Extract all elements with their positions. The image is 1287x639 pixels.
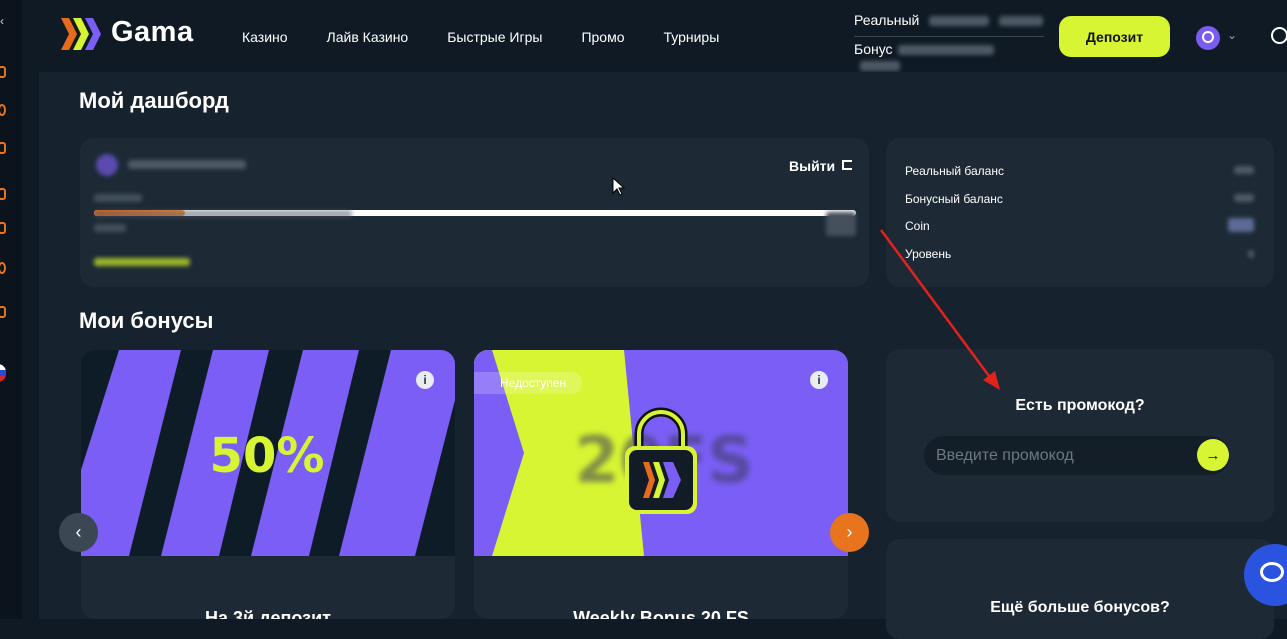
blurred-level-link[interactable]	[94, 258, 190, 266]
more-bonuses-title: Ещё больше бонусов?	[990, 599, 1170, 616]
sidebar-icon-promo[interactable]	[0, 188, 6, 200]
sidebar-icon-coins[interactable]	[0, 262, 6, 274]
bonus-balance-label: Бонусный баланс	[905, 192, 1003, 206]
bonus-art-50: 50%	[81, 350, 455, 556]
nav-casino[interactable]: Казино	[242, 29, 288, 45]
blurred-next-level	[826, 212, 856, 236]
logout-button[interactable]: Выйти	[789, 158, 835, 174]
blurred-value	[860, 61, 900, 72]
promo-code-card: Есть промокод? →	[886, 349, 1274, 522]
blurred-value	[1234, 194, 1254, 202]
dashboard-title: Мой дашборд	[79, 88, 229, 113]
blurred-level-value	[94, 224, 126, 232]
promo-title: Есть промокод?	[1015, 397, 1145, 414]
carousel-prev-button[interactable]: ‹	[59, 513, 98, 552]
blurred-value	[929, 16, 990, 27]
chevron-down-icon[interactable]: ⌄	[1227, 28, 1237, 42]
blurred-progress-overlay	[94, 210, 352, 218]
search-icon[interactable]	[1271, 27, 1287, 44]
left-sidebar: ‹	[0, 0, 22, 619]
balance-card: Реальный баланс Бонусный баланс Coin Уро…	[886, 138, 1274, 287]
top-header: Gama Казино Лайв Казино Быстрые Игры Про…	[39, 0, 1287, 72]
logo-text: Gama	[111, 16, 194, 48]
main-content: Мой дашборд Выйти Реальный баланс Бонусн…	[39, 72, 1287, 639]
sidebar-icon-live[interactable]	[0, 104, 6, 116]
bonus-card-weekly[interactable]: 20FS Недоступен i Weekly Bonus 20 FS	[474, 350, 848, 619]
info-icon[interactable]: i	[416, 371, 434, 389]
header-real-balance-label: Реальный	[854, 12, 920, 28]
nav-live-casino[interactable]: Лайв Казино	[327, 29, 409, 45]
language-flag-icon[interactable]	[0, 364, 6, 382]
sidebar-icon-store[interactable]	[0, 306, 6, 318]
nav-promo[interactable]: Промо	[581, 29, 624, 45]
avatar-icon[interactable]	[1196, 26, 1220, 50]
lock-icon	[625, 407, 697, 514]
real-balance-label: Реальный баланс	[905, 164, 1004, 178]
profile-avatar	[96, 154, 118, 176]
header-bonus-balance-label: Бонус	[854, 41, 893, 57]
blurred-level-label	[94, 194, 142, 202]
level-label: Уровень	[905, 247, 952, 261]
promo-submit-arrow-icon[interactable]: →	[1197, 439, 1229, 471]
nav-fast-games[interactable]: Быстрые Игры	[447, 29, 542, 45]
blurred-username	[128, 160, 246, 169]
more-bonuses-card: Ещё больше бонусов?	[886, 539, 1274, 639]
blurred-value	[1228, 218, 1254, 232]
nav-tournaments[interactable]: Турниры	[663, 29, 719, 45]
bonus-image-50: 50%	[81, 350, 455, 556]
sidebar-icon-fast[interactable]	[0, 142, 6, 154]
deposit-button[interactable]: Депозит	[1059, 16, 1170, 57]
blurred-value	[1234, 166, 1254, 174]
gama-logo[interactable]: Gama	[59, 14, 209, 54]
dashboard-profile-card: Выйти	[80, 138, 869, 287]
unavailable-badge: Недоступен	[474, 372, 583, 394]
header-real-balance: Реальный	[854, 12, 1044, 37]
blurred-value	[898, 45, 995, 56]
promo-code-input[interactable]	[924, 436, 1230, 475]
main-nav: Казино Лайв Казино Быстрые Игры Промо Ту…	[242, 29, 758, 45]
coin-label: Coin	[905, 219, 930, 233]
carousel-next-button[interactable]: ›	[830, 513, 869, 552]
logout-icon[interactable]	[842, 160, 852, 170]
gama-logo-icon	[61, 18, 101, 50]
blurred-value	[999, 16, 1044, 27]
bonus-card-deposit[interactable]: 50% i На 3й депозит	[81, 350, 455, 619]
bonuses-title: Мои бонусы	[79, 308, 214, 333]
collapse-icon[interactable]: ‹	[0, 14, 4, 28]
mouse-cursor-icon	[612, 177, 626, 196]
bonus-art-text: 50%	[210, 428, 325, 484]
blurred-value	[1248, 250, 1254, 258]
bonus-title: На 3й депозит	[205, 608, 331, 619]
info-icon[interactable]: i	[810, 371, 828, 389]
sidebar-icon-tournaments[interactable]	[0, 222, 6, 234]
bonus-title: Weekly Bonus 20 FS	[573, 608, 749, 619]
header-bonus-balance: Бонус	[854, 41, 1044, 72]
header-balance[interactable]: Реальный Бонус	[854, 12, 1044, 72]
sidebar-icon-casino[interactable]	[0, 66, 6, 78]
